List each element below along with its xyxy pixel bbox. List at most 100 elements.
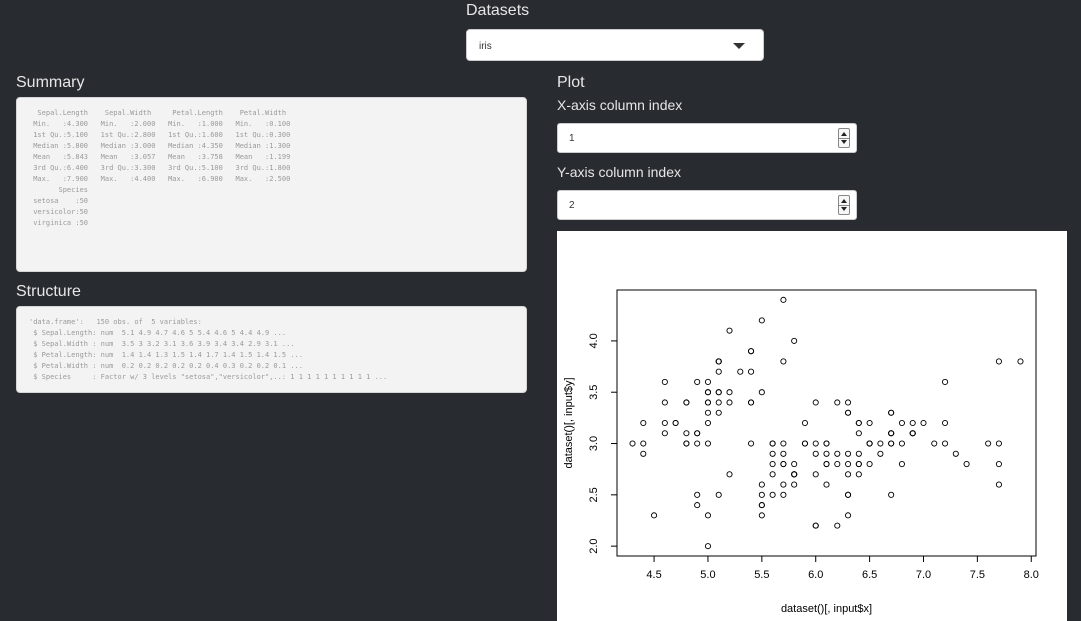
- data-point: [769, 491, 776, 498]
- data-point: [704, 512, 712, 519]
- data-point: [748, 368, 755, 375]
- data-point: [715, 389, 722, 396]
- data-point: [952, 450, 959, 457]
- x-tick-label: 5.5: [754, 569, 769, 581]
- data-point: [995, 460, 1002, 468]
- data-point: [704, 399, 712, 406]
- y-column-input[interactable]: 2: [557, 190, 857, 220]
- chevron-down-icon[interactable]: [733, 43, 745, 49]
- decrement-icon[interactable]: [841, 140, 847, 144]
- structure-text: 'data.frame': 150 obs. of 5 variables: $…: [29, 318, 388, 381]
- data-point: [672, 419, 679, 427]
- data-point: [855, 450, 862, 457]
- data-point: [683, 440, 690, 447]
- data-point: [801, 419, 808, 427]
- data-point: [834, 522, 841, 529]
- data-point: [941, 440, 949, 447]
- data-point: [823, 460, 830, 468]
- data-point: [845, 460, 852, 468]
- data-point: [737, 368, 744, 375]
- data-point: [683, 430, 690, 437]
- data-point: [845, 491, 852, 498]
- x-column-input[interactable]: 1: [557, 123, 857, 153]
- y-tick-label: 4.0: [588, 333, 600, 348]
- dataset-select[interactable]: iris: [466, 29, 764, 61]
- structure-output: 'data.frame': 150 obs. of 5 variables: $…: [16, 306, 527, 393]
- data-point: [780, 440, 787, 447]
- x-tick-label: 6.5: [862, 569, 877, 581]
- data-point: [726, 327, 733, 334]
- data-point: [748, 399, 755, 406]
- increment-icon[interactable]: [841, 199, 847, 203]
- data-point: [694, 440, 701, 447]
- data-point: [866, 460, 873, 468]
- x-column-stepper[interactable]: [838, 128, 850, 148]
- data-point: [845, 450, 852, 457]
- summary-title: Summary: [16, 74, 85, 91]
- data-point: [694, 378, 701, 386]
- data-point: [758, 491, 765, 498]
- data-point: [780, 296, 787, 303]
- data-point: [661, 378, 668, 386]
- data-point: [791, 471, 798, 478]
- data-point: [726, 389, 733, 396]
- data-point: [769, 440, 776, 447]
- data-point: [855, 419, 862, 427]
- data-point: [629, 440, 636, 447]
- data-point: [758, 389, 765, 396]
- data-point: [866, 419, 873, 427]
- x-input-label: X-axis column index: [557, 97, 683, 113]
- data-point: [812, 450, 819, 457]
- data-point: [769, 471, 776, 478]
- y-column-stepper[interactable]: [838, 195, 850, 215]
- data-point: [791, 337, 798, 344]
- data-point: [640, 440, 647, 447]
- data-point: [758, 317, 765, 324]
- data-point: [694, 430, 701, 437]
- data-point: [758, 512, 765, 519]
- data-point: [769, 450, 776, 457]
- data-point: [909, 419, 916, 427]
- data-point: [845, 409, 852, 416]
- x-tick-label: 7.5: [970, 569, 985, 581]
- data-point: [855, 471, 862, 478]
- decrement-icon[interactable]: [841, 207, 847, 211]
- data-point: [758, 481, 765, 488]
- data-point: [704, 378, 712, 386]
- datasets-label: Datasets: [466, 2, 530, 19]
- data-point: [640, 450, 647, 457]
- data-point: [748, 348, 755, 355]
- data-point: [877, 440, 884, 447]
- data-point: [780, 358, 787, 365]
- scatter-plot-svg: 4.5 5.0 5.5 6.0 6.5 7.0 7.5 8.0 2.0 2.5 3.0 3.5 4.0 d…: [563, 289, 1039, 615]
- data-point: [812, 471, 819, 478]
- data-point: [715, 409, 722, 416]
- data-point: [780, 460, 787, 468]
- data-point: [855, 430, 862, 437]
- structure-title: Structure: [16, 283, 81, 300]
- data-point: [995, 440, 1002, 447]
- data-point: [769, 460, 776, 468]
- data-point: [823, 440, 830, 447]
- data-point: [715, 358, 722, 365]
- data-point: [823, 450, 830, 457]
- data-point: [694, 491, 701, 498]
- x-tick-label: 7.0: [916, 569, 931, 581]
- x-column-value: 1: [569, 133, 575, 144]
- x-axis-label: dataset()[, input$x]: [781, 603, 872, 615]
- data-point: [715, 368, 722, 375]
- increment-icon[interactable]: [841, 132, 847, 136]
- data-point: [704, 440, 712, 447]
- data-point: [715, 399, 722, 406]
- y-axis-label: dataset()[, input$y]: [563, 377, 575, 468]
- y-input-label: Y-axis column index: [557, 164, 681, 180]
- data-point: [888, 409, 895, 416]
- y-column-value: 2: [569, 200, 575, 211]
- plot-frame: [616, 289, 1037, 557]
- y-tick-label: 3.0: [588, 436, 600, 451]
- data-point: [715, 491, 722, 498]
- data-point: [812, 522, 819, 529]
- data-point: [845, 512, 852, 519]
- data-point: [726, 399, 733, 406]
- data-point: [780, 491, 787, 498]
